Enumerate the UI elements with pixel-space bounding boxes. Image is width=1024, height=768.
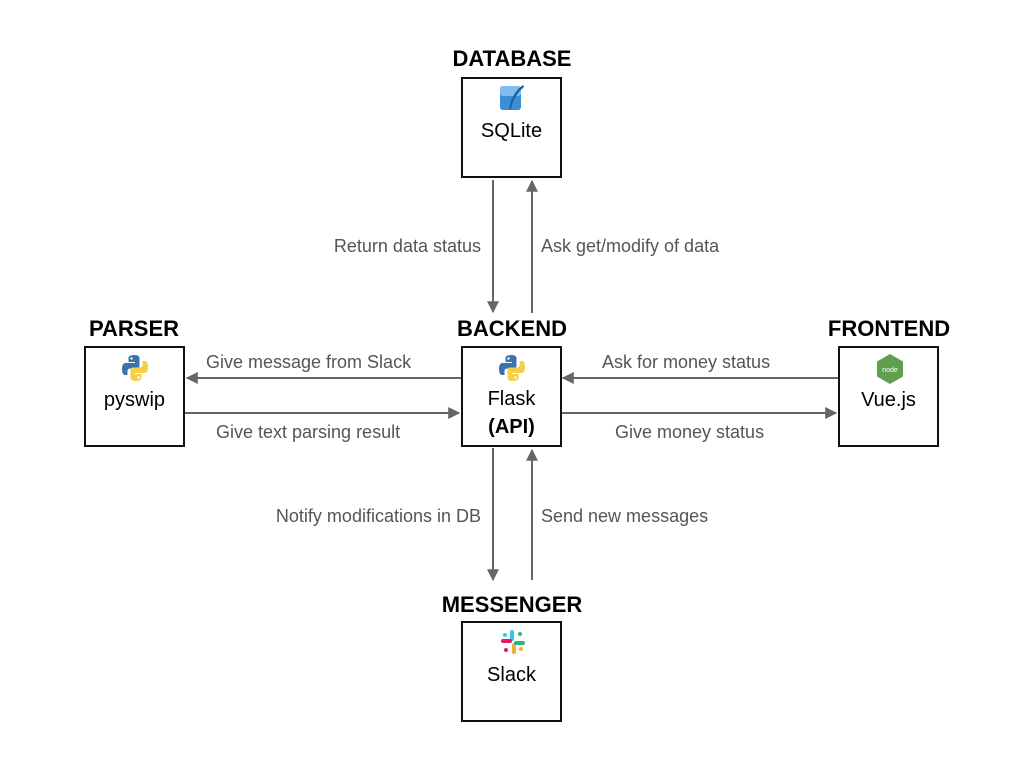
python-logo-icon <box>120 353 150 388</box>
edge-label-database-to-backend: Return data status <box>333 236 481 256</box>
edge-label-backend-to-parser: Give message from Slack <box>206 352 412 372</box>
messenger-label: Slack <box>487 664 536 686</box>
backend-node: Flask (API) <box>461 346 562 447</box>
parser-label: pyswip <box>103 389 166 411</box>
slack-logo-icon <box>499 628 527 661</box>
messenger-node: Slack <box>461 621 562 722</box>
edge-label-backend-to-database: Ask get/modify of data <box>541 236 720 256</box>
parser-heading: PARSER <box>88 316 180 341</box>
edge-label-messenger-to-backend: Send new messages <box>541 506 709 526</box>
edge-label-frontend-to-backend: Ask for money status <box>602 352 771 372</box>
sqlite-feather-icon <box>497 83 527 118</box>
frontend-node: node Vue.js <box>838 346 939 447</box>
database-label: SQLite <box>480 120 543 142</box>
frontend-label: Vue.js <box>861 389 916 411</box>
frontend-heading: FRONTEND <box>827 316 951 341</box>
edge-label-backend-to-frontend: Give money status <box>615 422 765 442</box>
backend-label-line1: Flask <box>487 388 536 410</box>
edge-label-backend-to-messenger: Notify modifications in DB <box>275 506 481 526</box>
node-hexagon-icon: node <box>875 353 905 390</box>
database-node: SQLite <box>461 77 562 178</box>
edge-label-parser-to-backend: Give text parsing result <box>216 422 401 442</box>
database-heading: DATABASE <box>452 46 572 71</box>
backend-label-line2: (API) <box>488 416 535 438</box>
parser-node: pyswip <box>84 346 185 447</box>
python-logo-icon <box>497 353 527 388</box>
node-hexagon-text: node <box>882 367 898 374</box>
messenger-heading: MESSENGER <box>441 592 583 617</box>
backend-heading: BACKEND <box>457 316 567 341</box>
